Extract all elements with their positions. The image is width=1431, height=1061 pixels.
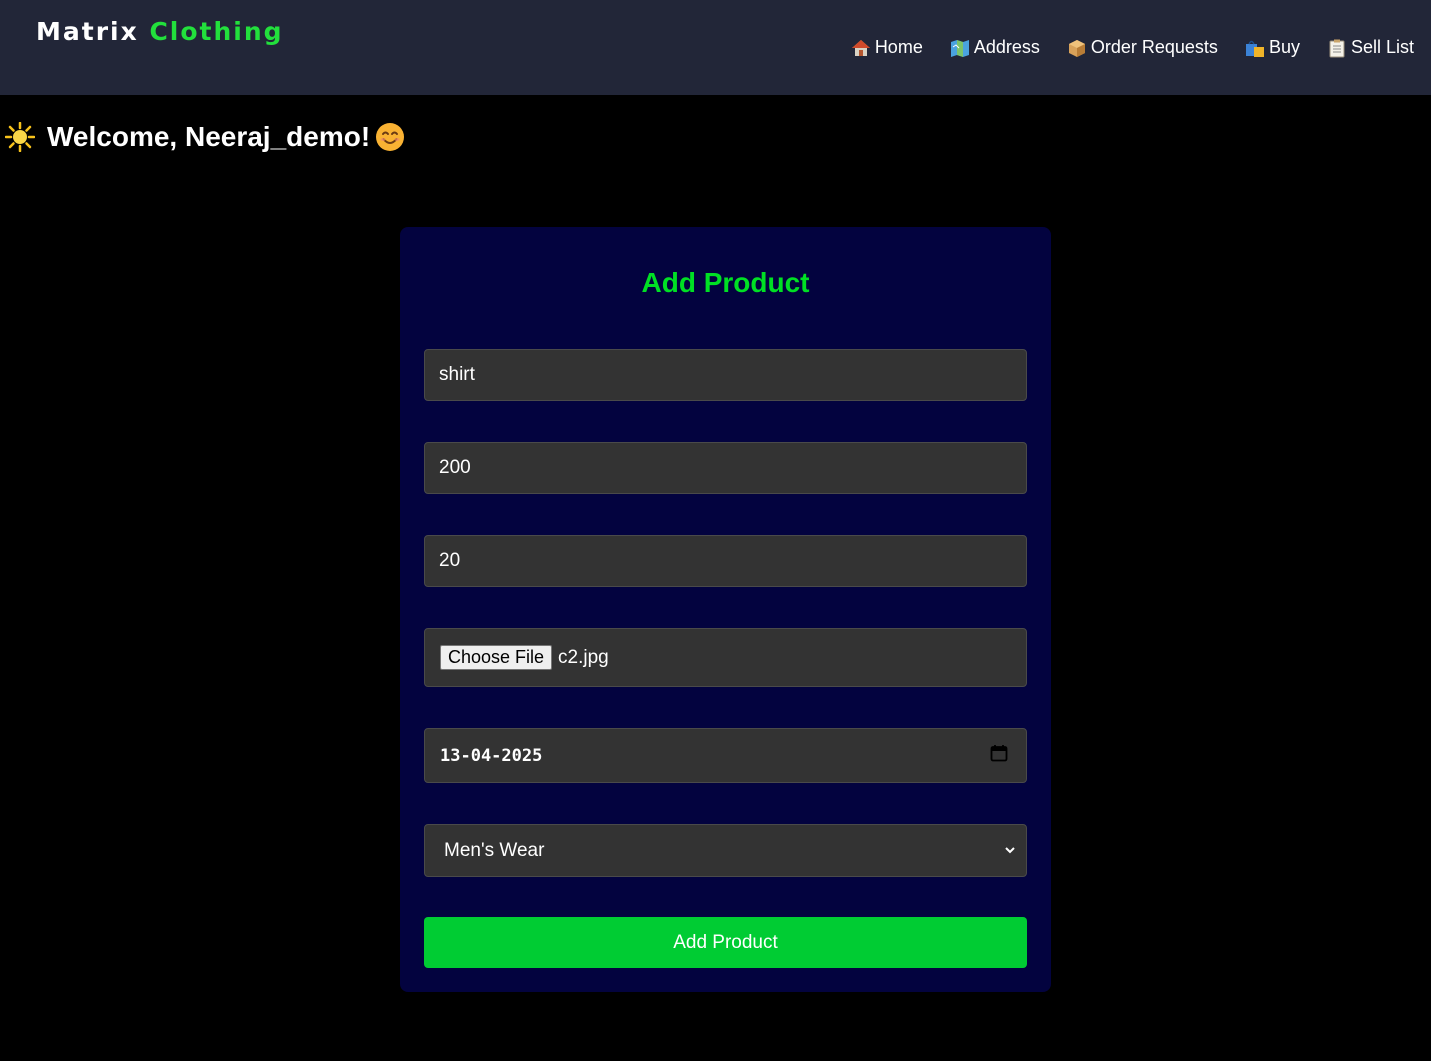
nav-links: Home Address Order Requests Buy Sell Lis… [851,37,1414,58]
calendar-icon[interactable] [990,744,1008,767]
package-icon [1067,38,1089,58]
chevron-down-icon [1004,840,1016,862]
smiling-face-icon [375,122,405,152]
selected-file-name: c2.jpg [558,646,609,668]
add-product-button[interactable]: Add Product [424,917,1027,968]
product-name-input[interactable]: shirt [424,349,1027,401]
category-select[interactable]: Men's Wear [424,824,1027,877]
nav-sell-list-label: Sell List [1350,37,1414,57]
price-value: 200 [439,457,471,478]
brand-name-accent: Clothing [149,17,284,46]
house-icon [851,38,873,58]
nav-buy-link[interactable]: Buy [1245,37,1300,58]
add-product-card [400,227,1051,992]
nav-order-requests-link[interactable]: Order Requests [1067,37,1218,58]
file-upload-field: Choose File c2.jpg [424,628,1027,687]
quantity-input[interactable]: 20 [424,535,1027,587]
shopping-bags-icon [1245,38,1267,58]
nav-address-link[interactable]: Address [950,37,1040,58]
nav-buy-label: Buy [1268,37,1300,57]
navbar: Matrix Clothing Home Address Order Reque… [0,0,1431,95]
nav-address-label: Address [973,37,1040,57]
nav-home-link[interactable]: Home [851,37,923,58]
sun-icon [5,122,35,152]
nav-home-label: Home [874,37,923,57]
nav-sell-list-link[interactable]: Sell List [1327,37,1414,58]
map-icon [950,38,972,58]
brand-logo[interactable]: Matrix Clothing [36,17,284,46]
quantity-value: 20 [439,550,461,571]
product-name-value: shirt [439,364,475,385]
welcome-text: Welcome, Neeraj_demo! [47,121,371,152]
nav-order-requests-label: Order Requests [1090,37,1218,57]
clipboard-icon [1327,38,1349,58]
brand-name: Matrix [36,17,139,46]
form-title: Add Product [641,267,810,298]
price-input[interactable]: 200 [424,442,1027,494]
date-input[interactable]: 13-04-2025 [424,728,1027,783]
welcome-message: Welcome, Neeraj_demo! [5,121,405,153]
choose-file-button[interactable]: Choose File [440,645,553,670]
category-value: Men's Wear [444,839,545,861]
date-value: 13-04-2025 [440,745,543,766]
